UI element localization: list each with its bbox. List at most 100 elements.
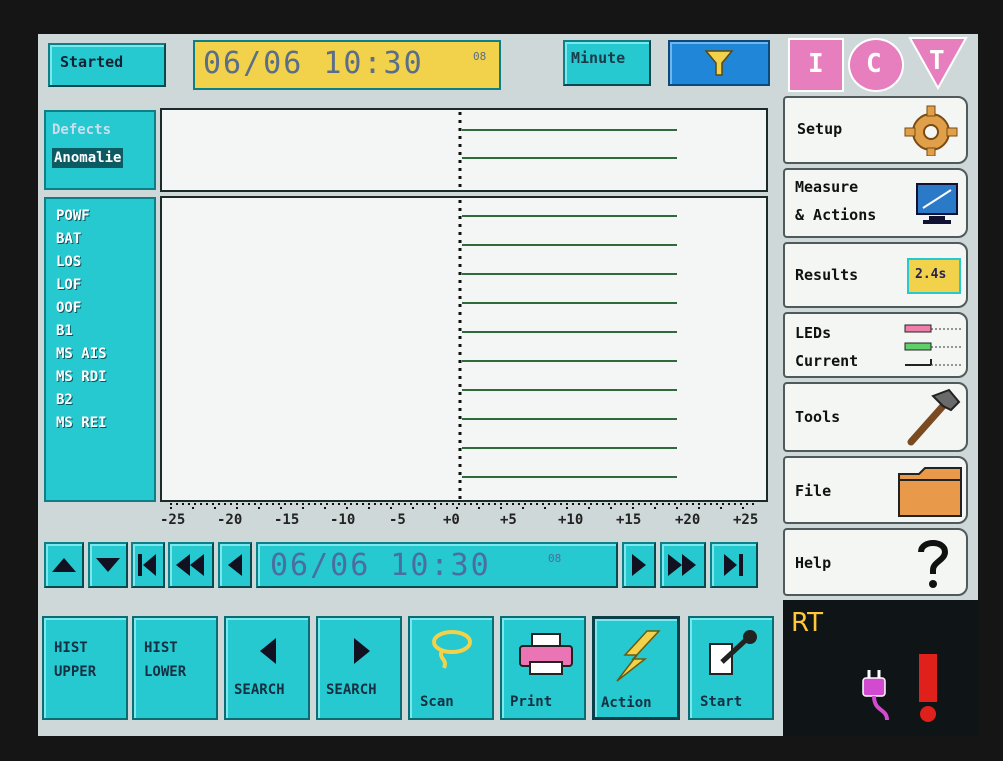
tick-p15: +15	[616, 512, 642, 528]
signal-lof: LOF	[56, 277, 82, 293]
tick-m15: -15	[274, 512, 300, 528]
menu-file-label: File	[795, 482, 832, 500]
go-last-button[interactable]	[710, 542, 758, 588]
nav-datetime-display: 06/06 10:30 08	[256, 542, 618, 588]
interval-button[interactable]: Minute	[563, 40, 651, 86]
question-mark-icon	[918, 540, 949, 588]
hist-lower-label-1: HIST	[144, 640, 178, 656]
step-back-button[interactable]	[218, 542, 252, 588]
datetime-display: 06/06 10:30 08	[193, 40, 501, 90]
menu-current-label: Current	[795, 352, 859, 370]
tick-m25: -25	[160, 512, 186, 528]
go-first-button[interactable]	[131, 542, 165, 588]
results-value-box: 2.4s	[907, 258, 961, 294]
interval-label: Minute	[571, 49, 626, 67]
hist-upper-label-2: UPPER	[54, 664, 97, 680]
arrow-up-icon	[52, 558, 76, 572]
anomaly-graph	[160, 108, 768, 192]
fast-forward-icon	[668, 554, 696, 576]
fast-back-button[interactable]	[168, 542, 214, 588]
mode-selector: Defects Anomalie	[44, 110, 156, 190]
start-label: Start	[700, 694, 743, 710]
start-switch-icon	[709, 630, 757, 675]
print-button[interactable]: Print	[500, 616, 586, 720]
signal-powf: POWF	[56, 208, 90, 224]
status-label: Started	[60, 53, 124, 71]
led-indicators-icon	[904, 324, 961, 366]
hist-upper-button[interactable]: HIST UPPER	[42, 616, 128, 720]
scan-button[interactable]: Scan	[408, 616, 494, 720]
menu-results[interactable]: Results 2.4s	[783, 242, 968, 308]
mode-anomalies[interactable]: Anomalie	[52, 148, 124, 168]
datetime-text: 06/06 10:30	[203, 46, 424, 81]
tick-0: +0	[443, 512, 460, 528]
filter-button[interactable]	[668, 40, 770, 86]
skip-first-icon	[138, 554, 156, 576]
search-forward-arrow-icon	[354, 638, 370, 664]
lightning-bolt-icon	[616, 630, 661, 682]
menu-tools-label: Tools	[795, 408, 841, 426]
menu-leds-current[interactable]: LEDs Current	[783, 312, 968, 378]
hammer-icon	[907, 388, 961, 446]
axis-ticks	[170, 503, 758, 509]
fast-back-icon	[176, 554, 204, 576]
action-button[interactable]: Action	[592, 616, 680, 720]
tick-m5: -5	[389, 512, 406, 528]
signal-list: POWF BAT LOS LOF OOF B1 MS AIS MS RDI B2…	[44, 197, 156, 502]
search-back-arrow-icon	[260, 638, 276, 664]
tick-p25: +25	[733, 512, 759, 528]
action-label: Action	[601, 695, 652, 711]
signal-ms-ais: MS AIS	[56, 346, 107, 362]
status-button[interactable]: Started	[48, 43, 166, 87]
menu-file[interactable]: File	[783, 456, 968, 524]
mode-defects[interactable]: Defects	[52, 122, 111, 138]
search-forward-label: SEARCH	[326, 682, 377, 698]
signal-los: LOS	[56, 254, 82, 270]
arrow-down-icon	[96, 558, 120, 572]
signal-ms-rdi: MS RDI	[56, 369, 107, 385]
printer-icon	[519, 633, 573, 675]
folder-icon	[898, 467, 962, 517]
tick-m10: -10	[330, 512, 356, 528]
scroll-up-button[interactable]	[44, 542, 84, 588]
menu-results-label: Results	[795, 266, 859, 284]
start-button[interactable]: Start	[688, 616, 774, 720]
search-back-label: SEARCH	[234, 682, 285, 698]
scan-label: Scan	[420, 694, 454, 710]
menu-measure-label-2: & Actions	[795, 206, 877, 224]
menu-measure-actions[interactable]: Measure & Actions	[783, 168, 968, 238]
gears-icon	[904, 105, 958, 156]
search-back-button[interactable]: SEARCH	[224, 616, 310, 720]
power-plug-icon	[862, 670, 889, 720]
alarm-exclamation-icon	[919, 654, 937, 722]
time-axis: -25 -20 -15 -10 -5 +0 +5 +10 +15 +20 +25	[160, 502, 772, 530]
monitor-icon	[916, 183, 958, 224]
tick-p10: +10	[558, 512, 584, 528]
fast-forward-button[interactable]	[660, 542, 706, 588]
menu-measure-label-1: Measure	[795, 178, 859, 196]
scroll-down-button[interactable]	[88, 542, 128, 588]
logo-letter-i: I	[808, 49, 824, 79]
search-forward-button[interactable]: SEARCH	[316, 616, 402, 720]
menu-help[interactable]: Help	[783, 528, 968, 596]
print-label: Print	[510, 694, 553, 710]
hist-lower-label-2: LOWER	[144, 664, 187, 680]
defect-traces	[458, 200, 677, 500]
rt-panel: RT	[783, 600, 978, 736]
anomaly-traces	[458, 112, 677, 190]
menu-tools[interactable]: Tools	[783, 382, 968, 452]
hist-lower-button[interactable]: HIST LOWER	[132, 616, 218, 720]
signal-ms-rei: MS REI	[56, 415, 107, 431]
nav-datetime-seconds: 08	[548, 552, 562, 565]
filter-icon	[704, 50, 734, 76]
step-forward-button[interactable]	[622, 542, 656, 588]
signal-bat: BAT	[56, 231, 82, 247]
rt-label: RT	[791, 608, 824, 638]
nav-datetime-text: 06/06 10:30	[270, 548, 491, 583]
tick-p5: +5	[500, 512, 517, 528]
logo-letter-c: C	[866, 49, 882, 79]
defect-graph	[160, 196, 768, 502]
lasso-icon	[432, 630, 472, 669]
menu-setup[interactable]: Setup	[783, 96, 968, 164]
hist-upper-label-1: HIST	[54, 640, 88, 656]
